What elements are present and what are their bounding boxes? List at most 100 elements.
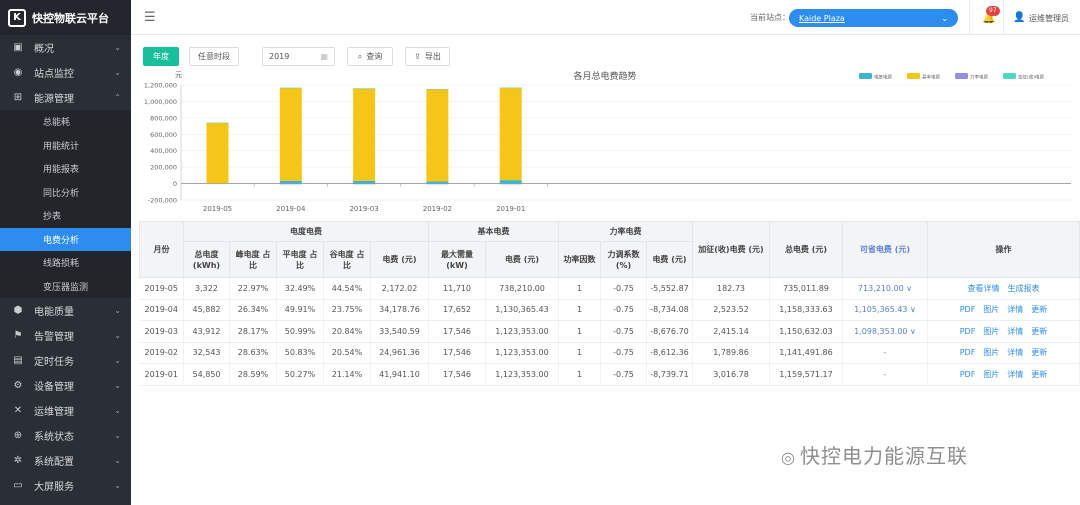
- fee-table: 月份 电度电费 基本电费 力率电费 加征(收)电费 (元) 总电费 (元) 可省…: [139, 221, 1080, 386]
- sidebar-item[interactable]: ✕ 运维管理 ⌄: [0, 398, 131, 423]
- screen-icon: ▭: [13, 480, 23, 491]
- wechat-icon: ◎: [781, 448, 796, 467]
- bar-segment: [426, 89, 449, 90]
- menu-toggle-icon[interactable]: ☰: [144, 10, 156, 25]
- sidebar-subitem[interactable]: 变压器监测: [0, 274, 131, 298]
- sidebar-subitem[interactable]: 用能报表: [0, 157, 131, 181]
- sidebar-item[interactable]: ▣ 概况 ⌄: [0, 35, 131, 60]
- site-select[interactable]: Kaide Plaza ⌄: [789, 9, 958, 27]
- sidebar-subitem[interactable]: 抄表: [0, 204, 131, 228]
- cell-save[interactable]: 713,210.00 ∨: [842, 277, 928, 300]
- legend-swatch: [1003, 73, 1016, 79]
- col-surcharge: 加征(收)电费 (元): [692, 221, 770, 278]
- query-button[interactable]: ⌕ 查询: [347, 47, 393, 66]
- year-picker[interactable]: 2019 ▦: [262, 47, 335, 66]
- bar-segment: [206, 122, 229, 184]
- cell-adj: -0.75: [600, 299, 647, 321]
- group-power-factor: 力率电费: [558, 221, 693, 242]
- op-link[interactable]: 图片: [983, 348, 999, 357]
- x-tick-label: 2019-04: [276, 205, 306, 213]
- divider: [1003, 0, 1004, 35]
- sidebar-item[interactable]: ⚑ 告警管理 ⌄: [0, 323, 131, 348]
- timer-icon: ▤: [13, 355, 23, 366]
- sidebar-subitem[interactable]: 总能耗: [0, 110, 131, 134]
- y-tick-label: 1,200,000: [144, 82, 177, 90]
- table-row: 2019-03 43,912 28.17% 50.99% 20.84% 33,540.59…: [139, 320, 1080, 343]
- chevron-down-icon: ⌄: [114, 306, 121, 315]
- energy-icon: ⊞: [13, 92, 23, 103]
- cell-total: 1,141,491.86: [769, 342, 843, 364]
- cell-sur: 182.73: [692, 277, 770, 300]
- sidebar: K 快控物联云平台 ▣ 概况 ⌄ ◉ 站点监控 ⌄ ⊞ 能源管理 ⌃ 总能耗 用能统计 用能报表 同比分…: [0, 0, 131, 505]
- op-link[interactable]: 图片: [983, 305, 999, 314]
- x-tick-label: 2019-05: [203, 205, 232, 213]
- tab-any-period[interactable]: 任意时段: [189, 47, 239, 66]
- sidebar-item-label: 系统状态: [34, 432, 74, 443]
- bar-segment: [499, 180, 522, 184]
- legend-label: 基本电费: [922, 74, 940, 81]
- chevron-down-icon: ⌄: [114, 456, 121, 465]
- cell-save: -: [842, 363, 928, 386]
- settings-icon: ✲: [13, 455, 23, 466]
- sidebar-item-label: 设备管理: [34, 382, 74, 393]
- export-button[interactable]: ⇪ 导出: [405, 47, 450, 66]
- sidebar-subitem[interactable]: 电费分析: [0, 227, 131, 251]
- cell-peak: 28.59%: [229, 363, 277, 386]
- sidebar-item[interactable]: ⬢ 电能质量 ⌄: [0, 298, 131, 323]
- op-link[interactable]: 更新: [1031, 327, 1047, 336]
- op-link[interactable]: PDF: [960, 305, 976, 314]
- sidebar-item[interactable]: ✲ 系统配置 ⌄: [0, 448, 131, 473]
- query-label: 查询: [366, 52, 383, 61]
- cell-pfee: -8,739.71: [646, 363, 693, 386]
- sidebar-item[interactable]: ◉ 站点监控 ⌄: [0, 60, 131, 85]
- search-icon: ⌕: [357, 51, 363, 61]
- cell-pf: 1: [558, 342, 601, 364]
- app-title: 快控物联云平台: [32, 11, 109, 25]
- cell-peak: 26.34%: [229, 299, 277, 321]
- cell-adj: -0.75: [600, 363, 647, 386]
- op-link[interactable]: 详情: [1007, 370, 1023, 379]
- watermark-text: 快控电力能源互联: [799, 444, 968, 468]
- cell-kwh: 3,322: [183, 277, 230, 300]
- username[interactable]: 运维管理员: [1029, 13, 1069, 24]
- divider: [969, 0, 970, 35]
- sidebar-item[interactable]: ⊞ 能源管理 ⌃: [0, 85, 131, 110]
- op-link[interactable]: 详情: [1007, 348, 1023, 357]
- sidebar-subitem[interactable]: 同比分析: [0, 180, 131, 204]
- user-avatar-icon[interactable]: 👤: [1013, 12, 1025, 23]
- sidebar-subitem[interactable]: 线路损耗: [0, 251, 131, 275]
- cell-valley: 20.54%: [323, 342, 371, 364]
- op-link[interactable]: 生成报表: [1008, 284, 1040, 293]
- cell-pfee: -5,552.87: [646, 277, 693, 300]
- op-link[interactable]: 图片: [983, 370, 999, 379]
- op-link[interactable]: 更新: [1031, 370, 1047, 379]
- dashboard-icon: ▣: [13, 42, 23, 53]
- cell-sur: 2,523.52: [692, 299, 770, 321]
- bar-segment: [279, 87, 302, 181]
- sidebar-item[interactable]: ▤ 定时任务 ⌄: [0, 348, 131, 373]
- cell-efee: 34,178.76: [370, 299, 429, 321]
- op-link[interactable]: PDF: [960, 370, 976, 379]
- cell-save[interactable]: 1,098,353.00 ∨: [842, 320, 928, 343]
- col-pf-adjust: 力调系数 (%): [600, 241, 647, 278]
- cell-save[interactable]: 1,105,365.43 ∨: [842, 299, 928, 321]
- op-link[interactable]: 详情: [1007, 327, 1023, 336]
- cell-pfee: -8,734.08: [646, 299, 693, 321]
- op-link[interactable]: 更新: [1031, 348, 1047, 357]
- group-basic: 基本电费: [428, 221, 559, 242]
- sidebar-item[interactable]: ▭ 大屏服务 ⌄: [0, 473, 131, 498]
- op-link[interactable]: 详情: [1007, 305, 1023, 314]
- op-link[interactable]: 查看详情: [968, 284, 1000, 293]
- sidebar-item[interactable]: ⚙ 设备管理 ⌄: [0, 373, 131, 398]
- op-link[interactable]: PDF: [960, 348, 976, 357]
- op-link[interactable]: 更新: [1031, 305, 1047, 314]
- sidebar-subitem[interactable]: 用能统计: [0, 133, 131, 157]
- sidebar-item[interactable]: ⊕ 系统状态 ⌄: [0, 423, 131, 448]
- calendar-icon: ▦: [320, 52, 328, 61]
- site-select-value: Kaide Plaza: [799, 13, 845, 23]
- cell-flat: 32.49%: [276, 277, 324, 300]
- op-link[interactable]: PDF: [960, 327, 976, 336]
- op-link[interactable]: 图片: [983, 327, 999, 336]
- cell-ops: PDF 图片 详情 更新: [927, 363, 1080, 386]
- tab-year[interactable]: 年度: [143, 47, 179, 66]
